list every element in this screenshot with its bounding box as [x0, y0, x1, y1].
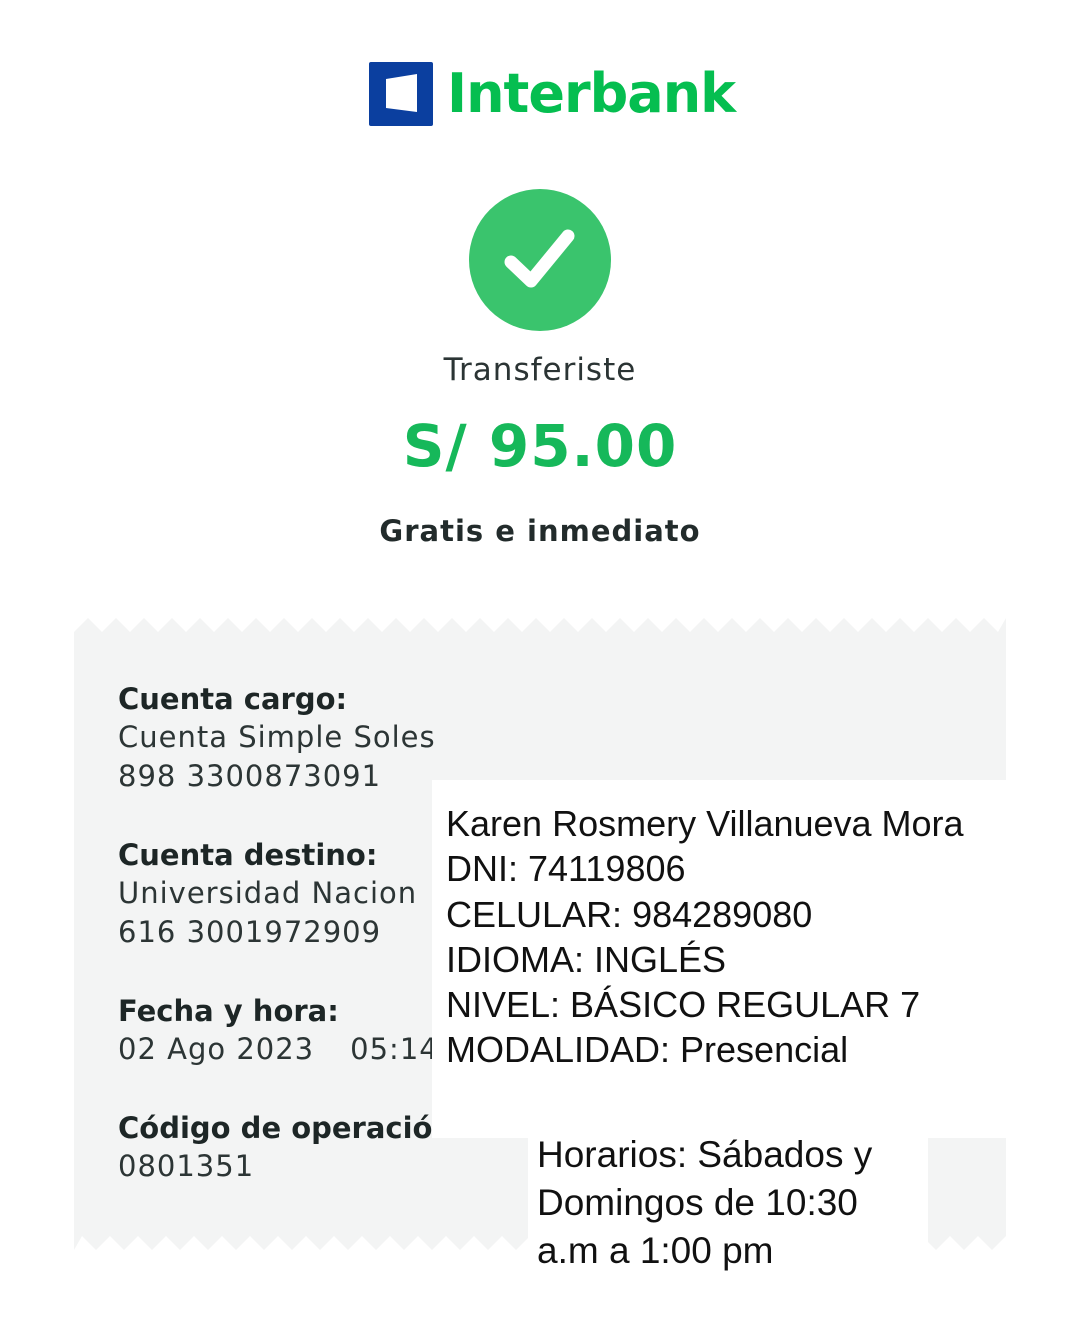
account-charge-number: 898 3300873091: [118, 759, 382, 793]
interbank-logo-mark-icon: [369, 62, 433, 126]
transfer-amount: S/ 95.00: [402, 412, 678, 480]
operation-code-value: 0801351: [118, 1149, 255, 1183]
interbank-logo: Interbank: [369, 62, 736, 126]
operation-code-section: Código de operació 0801351: [118, 1109, 432, 1186]
note-modality: MODALIDAD: Presencial: [446, 1029, 849, 1071]
account-charge-label: Cuenta cargo:: [118, 682, 348, 716]
datetime-section: Fecha y hora: 02 Ago 2023 05:14: [118, 992, 439, 1069]
schedule-note: Horarios: Sábados y Domingos de 10:30 a.…: [537, 1134, 873, 1271]
fee-note: Gratis e inmediato: [379, 514, 701, 548]
note-dni: DNI: 74119806: [446, 848, 686, 890]
transfer-time: 05:14: [350, 1032, 439, 1066]
account-destination-name: Universidad Nacion: [118, 876, 418, 910]
note-phone: CELULAR: 984289080: [446, 893, 813, 935]
account-destination-section: Cuenta destino: Universidad Nacion 616 3…: [118, 836, 417, 952]
transfer-date: 02 Ago 2023: [118, 1032, 315, 1066]
account-destination-label: Cuenta destino:: [118, 838, 378, 872]
datetime-value: 02 Ago 2023 05:14: [118, 1030, 439, 1069]
success-check-icon: [469, 189, 611, 331]
account-charge-section: Cuenta cargo: Cuenta Simple Soles 898 33…: [118, 680, 436, 796]
datetime-label: Fecha y hora:: [118, 994, 339, 1028]
student-note: Karen Rosmery Villanueva Mora DNI: 74119…: [446, 801, 964, 1073]
note-student-name: Karen Rosmery Villanueva Mora: [446, 803, 964, 844]
operation-code-label: Código de operació: [118, 1111, 433, 1145]
note-level: NIVEL: BÁSICO REGULAR 7: [446, 984, 921, 1026]
note-language: IDIOMA: INGLÉS: [446, 938, 727, 980]
transfer-status-label: Transferiste: [443, 352, 637, 388]
account-destination-number: 616 3001972909: [118, 915, 382, 949]
brand-name: Interbank: [447, 62, 736, 125]
account-charge-name: Cuenta Simple Soles: [118, 720, 436, 754]
